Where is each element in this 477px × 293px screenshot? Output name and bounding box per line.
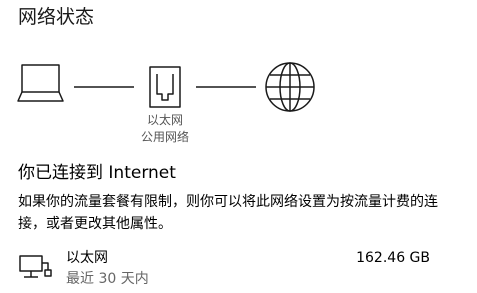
network-diagram-graphic <box>17 62 315 112</box>
data-usage-value: 162.46 GB <box>356 250 430 266</box>
adapter-profile-label: 公用网络 <box>140 130 190 144</box>
globe-icon <box>265 62 315 112</box>
connection-name: 以太网 <box>66 250 108 266</box>
connection-usage-row[interactable]: 以太网 最近 30 天内 162.46 GB <box>0 244 477 293</box>
ethernet-pc-icon <box>19 255 52 278</box>
laptop-icon <box>17 64 64 102</box>
usage-period: 最近 30 天内 <box>66 271 149 287</box>
ethernet-icon <box>149 66 181 108</box>
connection-status-description: 如果你的流量套餐有限制，则你可以将此网络设置为按流量计费的连接，或者更改其他属性… <box>18 194 438 232</box>
network-diagram: 以太网 公用网络 <box>0 0 477 150</box>
adapter-name-label: 以太网 <box>146 113 184 127</box>
connection-status-title: 你已连接到 Internet <box>18 163 176 183</box>
